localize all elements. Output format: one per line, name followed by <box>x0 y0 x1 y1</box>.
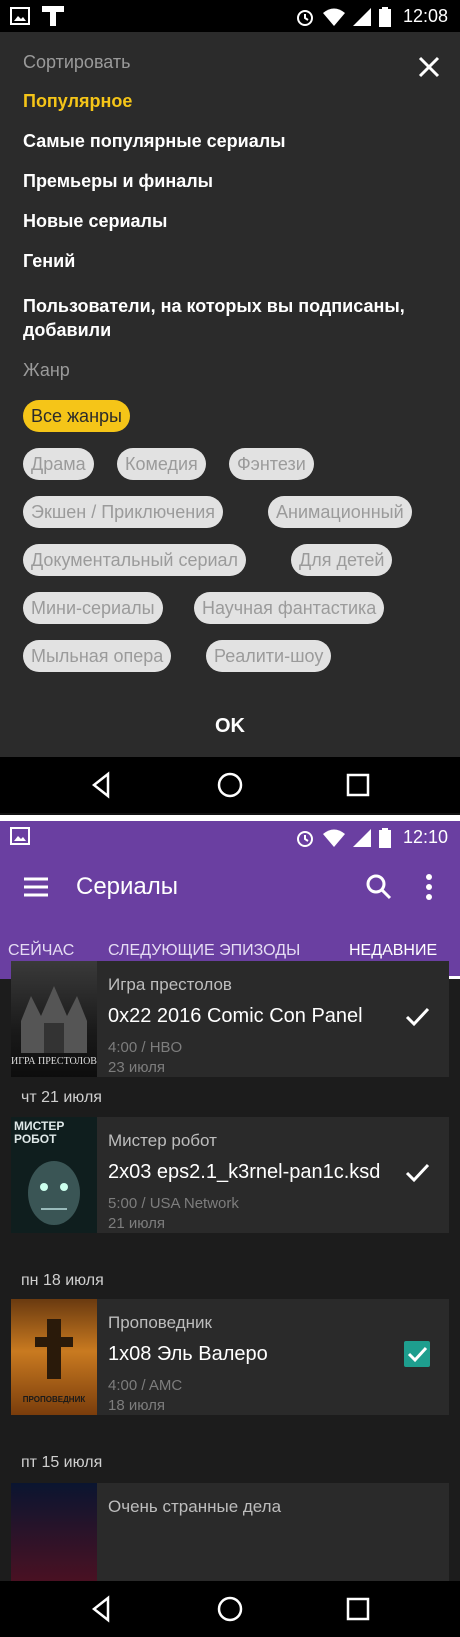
watched-check-icon[interactable] <box>402 1157 432 1187</box>
page-title: Сериалы <box>76 873 179 900</box>
watched-check-icon[interactable] <box>402 1001 432 1031</box>
ok-button[interactable]: OK <box>190 708 270 744</box>
filter-sheet: Сортировать Популярное Самые популярные … <box>0 32 460 757</box>
chip-scifi[interactable]: Научная фантастика <box>194 592 385 624</box>
clock: 12:08 <box>402 6 448 26</box>
episode-title: 0x22 2016 Comic Con Panel <box>108 1005 363 1027</box>
air-date: 23 июля <box>108 1059 166 1076</box>
date-header: пт 15 июля <box>21 1454 103 1471</box>
chip-soap[interactable]: Мыльная опера <box>23 640 172 672</box>
alarm-icon <box>296 830 313 847</box>
image-notification-icon <box>10 7 30 25</box>
poster-caption: ПРОПОВЕДНИК <box>22 1395 86 1404</box>
alarm-icon <box>296 9 313 26</box>
back-icon[interactable] <box>84 1591 120 1627</box>
show-title: Мистер робот <box>108 1131 217 1150</box>
clock: 12:10 <box>402 827 448 847</box>
chip-action[interactable]: Экшен / Приключения <box>23 496 224 528</box>
chip-kids[interactable]: Для детей <box>291 544 393 576</box>
close-icon[interactable] <box>414 52 444 82</box>
nav-bar <box>0 1581 460 1637</box>
sort-option-premieres[interactable]: Премьеры и финалы <box>23 169 213 193</box>
chip-miniseries[interactable]: Мини-сериалы <box>23 592 163 624</box>
air-info: 4:00 / HBO <box>108 1039 183 1056</box>
sort-option-most-popular[interactable]: Самые популярные сериалы <box>23 129 286 153</box>
date-header: пн 18 июля <box>21 1272 104 1289</box>
air-info: 4:00 / AMC <box>108 1377 183 1394</box>
battery-icon <box>378 827 391 848</box>
poster-caption: ИГРА ПРЕСТОЛОВ <box>11 1056 97 1067</box>
chip-animation[interactable]: Анимационный <box>268 496 412 528</box>
show-title: Игра престолов <box>108 975 232 994</box>
back-icon[interactable] <box>84 767 120 803</box>
air-date: 21 июля <box>108 1215 166 1232</box>
sort-option-following[interactable]: Пользователи, на которых вы подписаны, д… <box>23 294 433 342</box>
home-icon[interactable] <box>212 1591 248 1627</box>
signal-icon <box>352 828 371 847</box>
chip-drama[interactable]: Драма <box>23 448 94 480</box>
signal-icon <box>352 7 371 26</box>
show-title: Проповедник <box>108 1313 212 1332</box>
screen-shows: 12:10 Сериалы СЕЙЧАС СЛЕДУЮЩИЕ ЭПИЗОДЫ Н… <box>0 821 460 1637</box>
wifi-icon <box>322 8 345 26</box>
poster-image: ПРОПОВЕДНИК <box>11 1299 97 1415</box>
episode-title: 2x03 eps2.1_k3rnel-pan1c.ksd <box>108 1161 381 1183</box>
home-icon[interactable] <box>212 767 248 803</box>
more-vert-icon[interactable] <box>424 873 434 901</box>
chip-all-genres[interactable]: Все жанры <box>23 400 130 432</box>
image-notification-icon <box>10 827 30 845</box>
sort-heading: Сортировать <box>23 52 131 72</box>
sort-option-popular[interactable]: Популярное <box>23 89 132 113</box>
recents-icon[interactable] <box>340 767 376 803</box>
show-title: Очень странные дела <box>108 1497 282 1516</box>
sort-option-new[interactable]: Новые сериалы <box>23 209 167 233</box>
episode-title: 1x08 Эль Валеро <box>108 1343 268 1365</box>
nav-bar <box>0 757 460 813</box>
poster-caption: МИСТЕР РОБОТ <box>14 1119 65 1146</box>
chip-fantasy[interactable]: Фэнтези <box>229 448 314 480</box>
app-bar: Сериалы <box>0 853 460 923</box>
date-header: чт 21 июля <box>21 1089 102 1106</box>
wifi-icon <box>322 829 345 847</box>
air-info: 5:00 / USA Network <box>108 1195 239 1212</box>
watched-checkbox[interactable] <box>402 1339 432 1369</box>
episode-card[interactable]: МИСТЕР РОБОТ Мистер робот 2x03 eps2.1_k3… <box>11 1117 449 1233</box>
genre-heading: Жанр <box>23 360 70 380</box>
chip-documentary[interactable]: Документальный сериал <box>23 544 247 576</box>
episode-card[interactable]: ПРОПОВЕДНИК Проповедник 1x08 Эль Валеро … <box>11 1299 449 1415</box>
app-t-notification-icon <box>42 6 64 26</box>
status-bar: 12:10 <box>0 821 460 853</box>
search-icon[interactable] <box>365 873 393 901</box>
chip-reality[interactable]: Реалити-шоу <box>206 640 332 672</box>
genre-chips: Все жанры Драма Комедия Фэнтези Экшен / … <box>23 394 443 684</box>
screen-sort-filter: 12:08 Сортировать Популярное Самые попул… <box>0 0 460 815</box>
menu-icon[interactable] <box>22 875 50 899</box>
sort-option-genius[interactable]: Гений <box>23 249 75 273</box>
air-date: 18 июля <box>108 1397 166 1414</box>
poster-image: МИСТЕР РОБОТ <box>11 1117 97 1233</box>
recents-icon[interactable] <box>340 1591 376 1627</box>
status-bar: 12:08 <box>0 0 460 32</box>
poster-image: ИГРА ПРЕСТОЛОВ <box>11 961 97 1077</box>
battery-icon <box>378 6 391 27</box>
chip-comedy[interactable]: Комедия <box>117 448 206 480</box>
episode-card[interactable]: ИГРА ПРЕСТОЛОВ Игра престолов 0x22 2016 … <box>11 961 449 1077</box>
